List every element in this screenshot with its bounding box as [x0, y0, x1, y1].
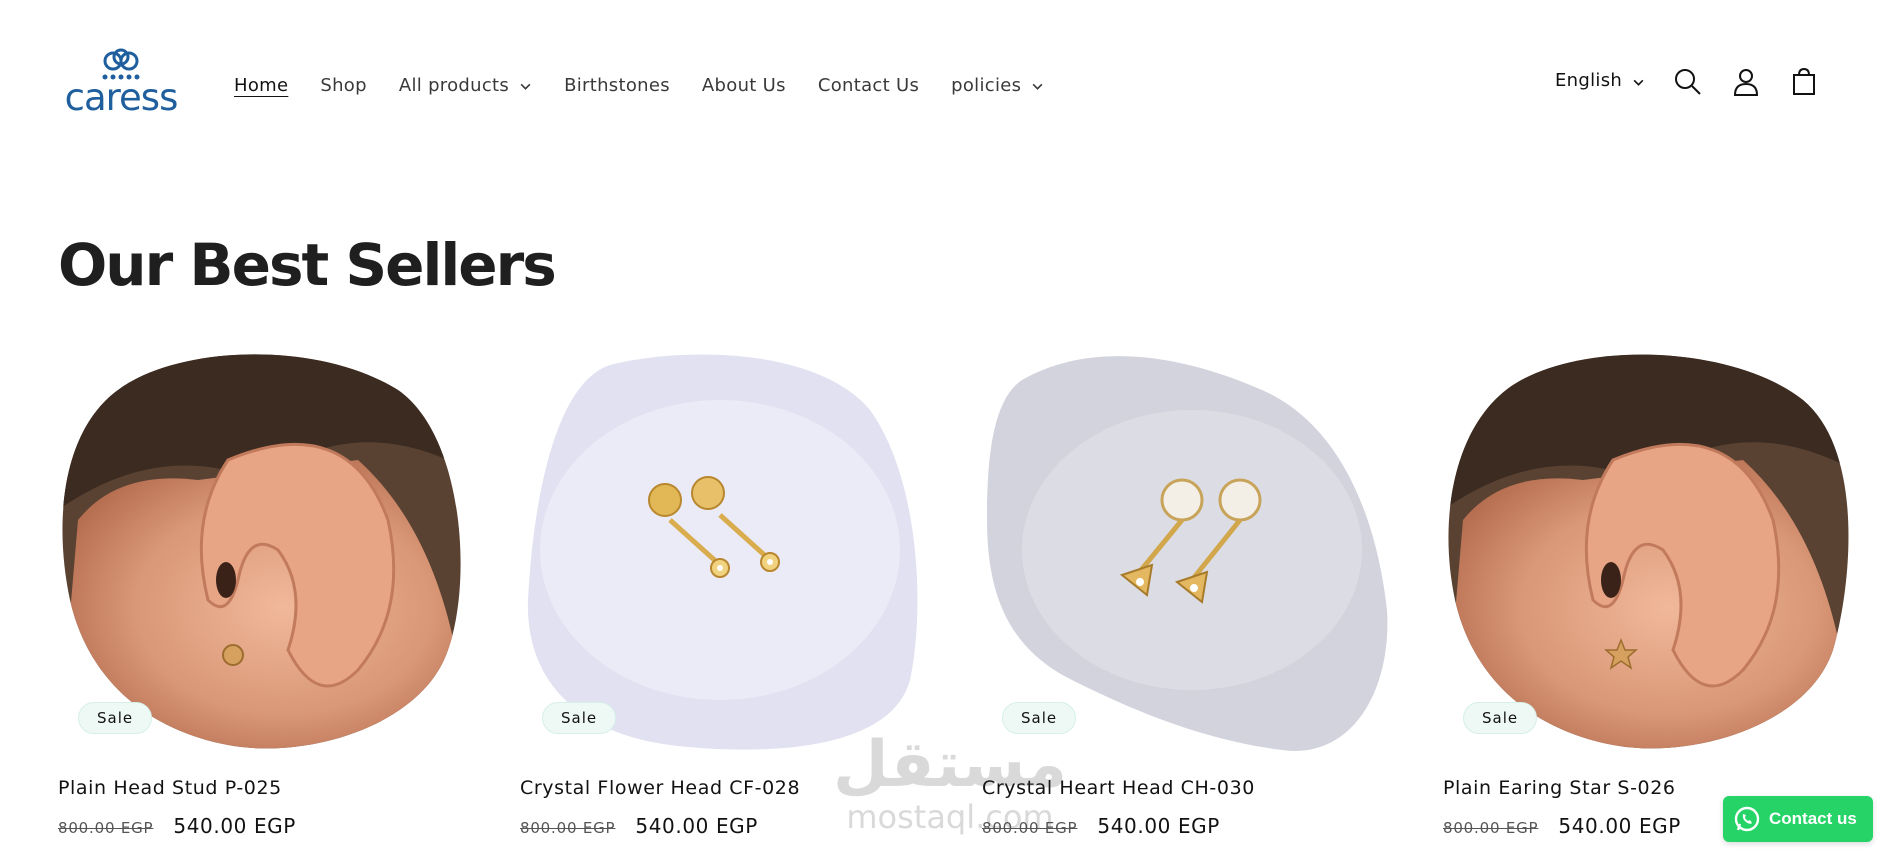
nav-contact-us[interactable]: Contact Us [818, 75, 919, 96]
sale-price: 540.00 EGP [1558, 814, 1681, 838]
cart-icon[interactable] [1788, 66, 1820, 98]
site-header: caress Home Shop All products Birthstone… [0, 0, 1895, 168]
section-title: Our Best Sellers [58, 231, 557, 299]
product-title[interactable]: Crystal Heart Head CH-030 [982, 777, 1255, 799]
regular-price: 800.00 EGP [520, 819, 616, 837]
product-card[interactable]: Sale Plain Earing Star S-026 800.00 EGP … [1443, 350, 1853, 850]
main-nav: Home Shop All products Birthstones About… [234, 70, 1076, 100]
nav-policies-label: policies [951, 74, 1022, 96]
product-title[interactable]: Crystal Flower Head CF-028 [520, 777, 800, 799]
regular-price: 800.00 EGP [982, 819, 1078, 837]
product-card[interactable]: Sale Crystal Flower Head CF-028 800.00 E… [520, 350, 930, 850]
nav-home[interactable]: Home [234, 75, 288, 96]
price-row: 800.00 EGP 540.00 EGP [58, 814, 296, 838]
caress-logo[interactable]: caress [62, 48, 180, 118]
sale-badge: Sale [78, 702, 153, 734]
sale-price: 540.00 EGP [635, 814, 758, 838]
nav-policies[interactable]: policies [951, 75, 1044, 96]
regular-price: 800.00 EGP [1443, 819, 1539, 837]
chevron-down-icon [1633, 79, 1644, 86]
whatsapp-contact-button[interactable]: Contact us [1723, 796, 1873, 842]
sale-badge: Sale [1002, 702, 1077, 734]
nav-contact-us-label: Contact Us [817, 74, 920, 96]
product-image[interactable] [58, 350, 468, 755]
product-card[interactable]: Sale Plain Head Stud P-025 800.00 EGP 54… [58, 350, 468, 850]
regular-price: 800.00 EGP [58, 819, 154, 837]
sale-price: 540.00 EGP [173, 814, 296, 838]
whatsapp-icon [1734, 806, 1760, 832]
sale-badge: Sale [542, 702, 617, 734]
chevron-down-icon [520, 83, 531, 90]
sale-badge: Sale [1463, 702, 1538, 734]
nav-birthstones-label: Birthstones [564, 74, 670, 96]
language-selector[interactable]: English [1555, 70, 1645, 91]
nav-shop[interactable]: Shop [320, 75, 366, 96]
nav-all-products-label: All products [398, 74, 510, 96]
product-title[interactable]: Plain Earing Star S-026 [1443, 777, 1676, 799]
search-icon[interactable] [1672, 66, 1704, 98]
product-image[interactable] [1443, 350, 1853, 755]
sale-price: 540.00 EGP [1097, 814, 1220, 838]
price-row: 800.00 EGP 540.00 EGP [1443, 814, 1681, 838]
language-label: English [1555, 70, 1623, 91]
chevron-down-icon [1032, 83, 1043, 90]
nav-about-us[interactable]: About Us [702, 75, 786, 96]
account-icon[interactable] [1730, 66, 1762, 98]
product-image[interactable] [520, 350, 930, 755]
nav-all-products[interactable]: All products [399, 75, 532, 96]
product-image[interactable] [982, 350, 1392, 755]
price-row: 800.00 EGP 540.00 EGP [982, 814, 1220, 838]
nav-about-us-label: About Us [701, 74, 786, 96]
nav-home-label: Home [234, 74, 289, 96]
nav-shop-label: Shop [320, 74, 367, 96]
nav-birthstones[interactable]: Birthstones [564, 75, 670, 96]
product-card[interactable]: Sale Crystal Heart Head CH-030 800.00 EG… [982, 350, 1392, 850]
logo-wordmark: caress [64, 76, 179, 119]
contact-button-label: Contact us [1769, 809, 1857, 828]
price-row: 800.00 EGP 540.00 EGP [520, 814, 758, 838]
product-title[interactable]: Plain Head Stud P-025 [58, 777, 282, 799]
